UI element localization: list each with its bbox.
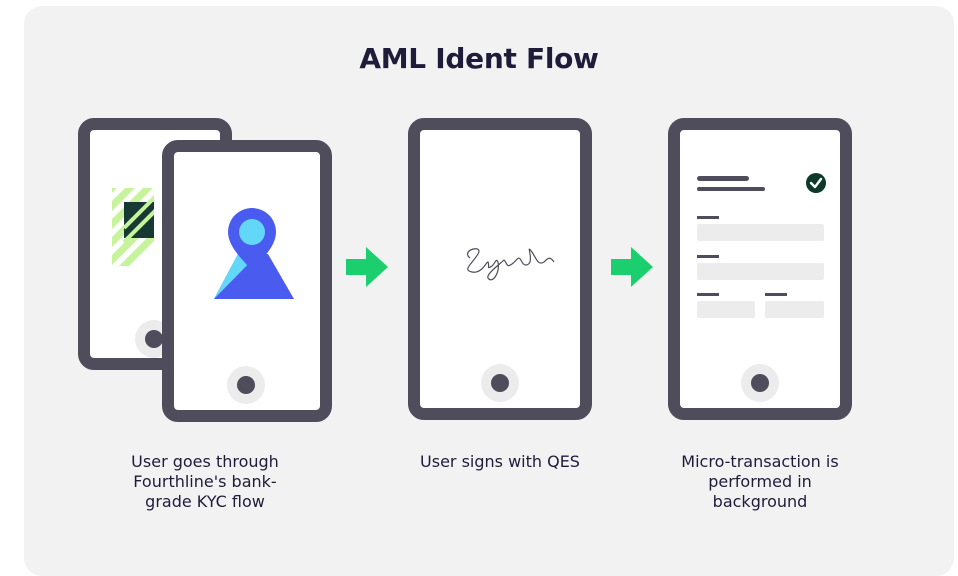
step-2-caption: User signs with QES: [380, 452, 620, 472]
home-button: [741, 364, 779, 402]
step-3-caption: Micro-transaction is performed in backgr…: [640, 452, 880, 512]
step-3-phone: [668, 118, 852, 420]
arrow-right-icon: [611, 247, 653, 287]
home-button: [227, 366, 265, 404]
signature-icon: [467, 248, 555, 281]
caption-line: User signs with QES: [420, 452, 580, 471]
caption-line: performed in: [708, 472, 812, 491]
front-phone: [162, 140, 332, 422]
step-1-caption: User goes through Fourthline's bank- gra…: [85, 452, 325, 512]
caption-line: grade KYC flow: [145, 492, 265, 511]
form-check-icon: [697, 173, 826, 318]
step-2-phone: [408, 118, 592, 420]
arrow-right-icon: [346, 247, 388, 287]
caption-line: User goes through: [131, 452, 279, 471]
diagram-title: AML Ident Flow: [359, 42, 599, 75]
user-location-icon: [214, 208, 294, 299]
caption-line: Micro-transaction is: [681, 452, 839, 471]
home-button: [481, 364, 519, 402]
caption-line: background: [712, 492, 808, 511]
check-icon: [806, 173, 826, 193]
caption-line: Fourthline's bank-: [133, 472, 277, 491]
